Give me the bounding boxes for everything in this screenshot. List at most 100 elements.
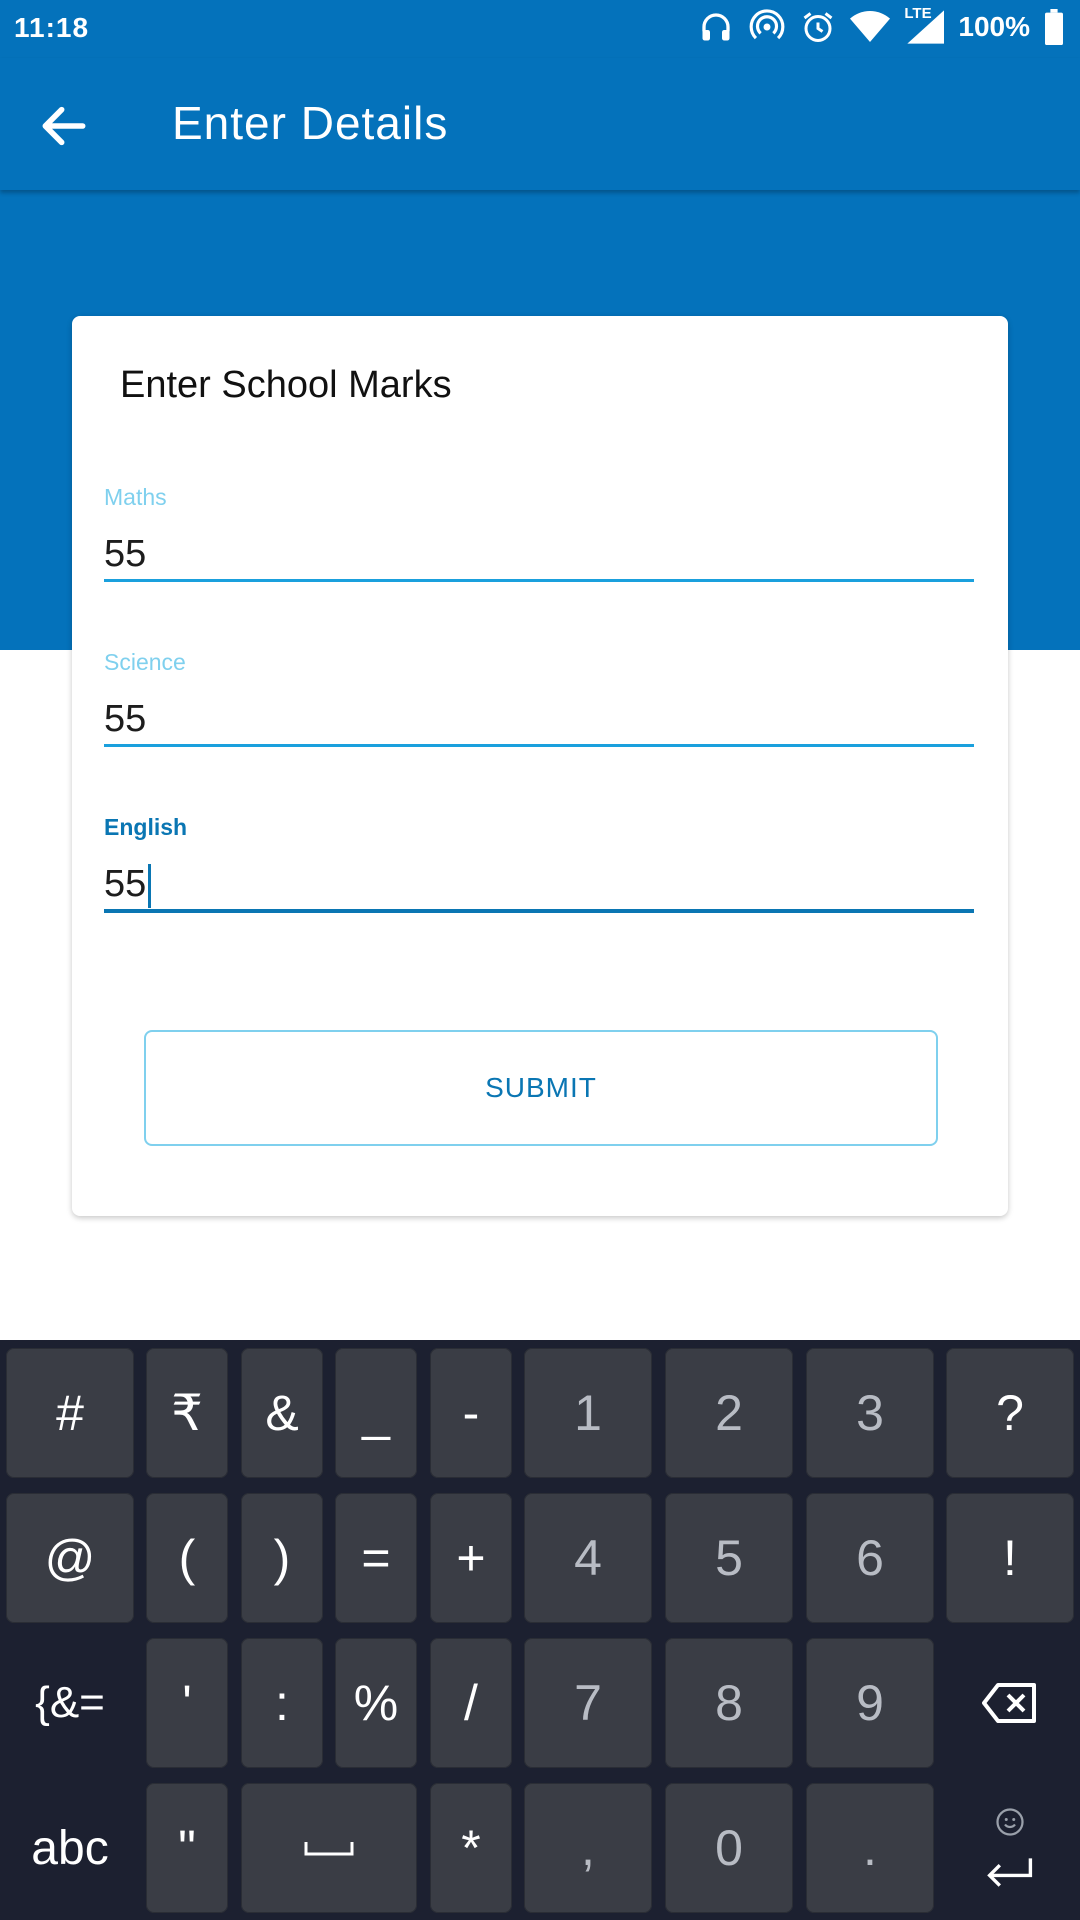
- space-icon: [304, 1842, 354, 1856]
- key-label: @: [44, 1530, 96, 1586]
- maths-value: 55: [104, 533, 147, 575]
- key-label: ,: [581, 1820, 595, 1876]
- page-title: Enter Details: [172, 97, 449, 149]
- enter-icon: [987, 1858, 1033, 1887]
- key-hash[interactable]: #: [6, 1348, 134, 1478]
- key-double-quote[interactable]: ": [146, 1783, 228, 1913]
- key-1[interactable]: 1: [524, 1348, 652, 1478]
- key-label: 0: [715, 1820, 743, 1876]
- key-label: ): [273, 1530, 291, 1586]
- key-rupee[interactable]: ₹: [146, 1348, 228, 1478]
- battery-percent: 100%: [958, 11, 1030, 42]
- key-label: 6: [856, 1530, 884, 1586]
- back-button[interactable]: [36, 98, 92, 154]
- key-at[interactable]: @: [6, 1493, 134, 1623]
- emoji-icon: [996, 1808, 1024, 1836]
- maths-field[interactable]: Maths 55: [104, 484, 974, 582]
- key-label: ₹: [171, 1385, 203, 1441]
- key-equals[interactable]: =: [335, 1493, 417, 1623]
- key-more-symbols[interactable]: {&=: [6, 1638, 134, 1768]
- key-label: {&=: [35, 1678, 105, 1727]
- status-icons: LTE 100%: [698, 5, 1064, 46]
- key-2[interactable]: 2: [665, 1348, 793, 1478]
- status-time: 11:18: [14, 12, 90, 43]
- backspace-icon: [982, 1683, 1036, 1723]
- science-field[interactable]: Science 55: [104, 649, 974, 747]
- key-label: &: [265, 1385, 299, 1441]
- key-close-paren[interactable]: ): [241, 1493, 323, 1623]
- wifi-icon: [850, 11, 891, 42]
- key-label: 5: [715, 1530, 743, 1586]
- maths-input[interactable]: 55: [104, 529, 974, 582]
- key-9[interactable]: 9: [806, 1638, 934, 1768]
- key-label: _: [362, 1385, 390, 1441]
- marks-form-card: Enter School Marks Maths 55 Science 55 E…: [72, 316, 1008, 1216]
- science-label: Science: [104, 649, 186, 675]
- submit-label: SUBMIT: [485, 1072, 597, 1103]
- text-cursor: [148, 863, 152, 908]
- key-label: -: [462, 1385, 480, 1441]
- hotspot-icon: [749, 9, 785, 40]
- key-label: abc: [31, 1821, 109, 1875]
- key-label: =: [361, 1530, 391, 1586]
- key-3[interactable]: 3: [806, 1348, 934, 1478]
- status-bar: 11:18 LTE 100%: [0, 0, 1080, 58]
- keyboard: # ₹ & _ - 1 2 3 ? @ ( ) = + 4 5 6 ! {&= …: [0, 1340, 1080, 1920]
- key-label: 1: [574, 1385, 602, 1441]
- key-label: :: [275, 1675, 289, 1731]
- key-label: /: [464, 1675, 478, 1731]
- key-question[interactable]: ?: [946, 1348, 1074, 1478]
- headphones-icon: [702, 13, 731, 41]
- key-label: #: [56, 1385, 84, 1441]
- science-input[interactable]: 55: [104, 694, 974, 747]
- key-percent[interactable]: %: [335, 1638, 417, 1768]
- key-label: 2: [715, 1385, 743, 1441]
- alarm-icon: [803, 12, 833, 42]
- key-underscore[interactable]: _: [335, 1348, 417, 1478]
- battery-icon: [1045, 9, 1063, 45]
- key-label: (: [178, 1530, 196, 1586]
- key-label: ': [182, 1675, 192, 1731]
- key-label: .: [863, 1820, 877, 1876]
- form-title: Enter School Marks: [120, 364, 452, 406]
- science-value: 55: [104, 698, 147, 740]
- backspace-key[interactable]: [946, 1638, 1074, 1768]
- key-label: !: [1003, 1530, 1017, 1586]
- key-8[interactable]: 8: [665, 1638, 793, 1768]
- key-plus[interactable]: +: [430, 1493, 512, 1623]
- english-input[interactable]: 55: [104, 859, 974, 913]
- key-colon[interactable]: :: [241, 1638, 323, 1768]
- app-bar: Enter Details: [0, 58, 1080, 190]
- key-label: 3: [856, 1385, 884, 1441]
- key-5[interactable]: 5: [665, 1493, 793, 1623]
- key-slash[interactable]: /: [430, 1638, 512, 1768]
- key-0[interactable]: 0: [665, 1783, 793, 1913]
- key-7[interactable]: 7: [524, 1638, 652, 1768]
- key-comma[interactable]: ,: [524, 1783, 652, 1913]
- arrow-back-icon: [42, 106, 86, 146]
- english-value: 55: [104, 863, 147, 905]
- english-field[interactable]: English 55: [104, 814, 974, 913]
- space-key[interactable]: [241, 1783, 417, 1913]
- key-apostrophe[interactable]: ': [146, 1638, 228, 1768]
- submit-button[interactable]: SUBMIT: [144, 1030, 938, 1146]
- key-label: 7: [574, 1675, 602, 1731]
- key-period[interactable]: .: [806, 1783, 934, 1913]
- key-label: 9: [856, 1675, 884, 1731]
- key-label: %: [353, 1675, 399, 1731]
- key-label: 4: [574, 1530, 602, 1586]
- english-label: English: [104, 814, 188, 840]
- key-asterisk[interactable]: *: [430, 1783, 512, 1913]
- key-hyphen[interactable]: -: [430, 1348, 512, 1478]
- key-open-paren[interactable]: (: [146, 1493, 228, 1623]
- key-4[interactable]: 4: [524, 1493, 652, 1623]
- enter-key[interactable]: [946, 1783, 1074, 1913]
- key-ampersand[interactable]: &: [241, 1348, 323, 1478]
- key-6[interactable]: 6: [806, 1493, 934, 1623]
- key-label: ?: [996, 1385, 1024, 1441]
- maths-label: Maths: [104, 484, 167, 510]
- key-exclamation[interactable]: !: [946, 1493, 1074, 1623]
- key-label: +: [456, 1530, 486, 1586]
- key-abc[interactable]: abc: [6, 1783, 134, 1913]
- key-label: ": [178, 1820, 196, 1876]
